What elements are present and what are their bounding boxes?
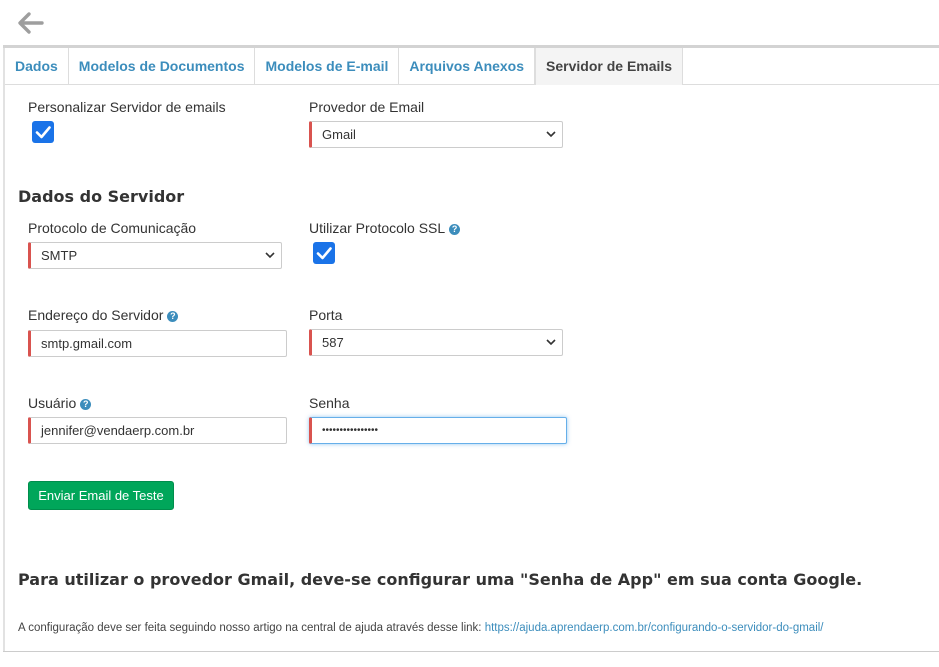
send-test-email-button[interactable]: Enviar Email de Teste xyxy=(28,481,174,510)
protocol-value: SMTP xyxy=(41,248,78,263)
checkmark-icon xyxy=(316,247,332,260)
checkmark-icon xyxy=(35,126,51,139)
custom-server-checkbox[interactable] xyxy=(32,121,54,143)
help-icon[interactable]: ? xyxy=(167,311,179,322)
tab-arquivos-anexos[interactable]: Arquivos Anexos xyxy=(399,48,536,84)
custom-server-label: Personalizar Servidor de emails xyxy=(28,99,226,115)
help-article-link[interactable]: https://ajuda.aprendaerp.com.br/configur… xyxy=(485,622,824,634)
chevron-down-icon xyxy=(546,131,556,138)
port-value: 587 xyxy=(322,335,344,350)
gmail-notice-title: Para utilizar o provedor Gmail, deve-se … xyxy=(18,570,863,589)
user-label: Usuário? xyxy=(28,395,92,411)
password-input[interactable]: •••••••••••••••• xyxy=(309,417,567,444)
protocol-select[interactable]: SMTP xyxy=(28,242,282,269)
tab-bar: Dados Modelos de Documentos Modelos de E… xyxy=(5,48,939,85)
server-address-label-text: Endereço do Servidor xyxy=(28,307,164,323)
server-address-label: Endereço do Servidor? xyxy=(28,307,179,323)
ssl-label-text: Utilizar Protocolo SSL xyxy=(309,220,446,236)
chevron-down-icon xyxy=(265,252,275,259)
server-address-value: smtp.gmail.com xyxy=(41,336,133,351)
port-label: Porta xyxy=(309,307,343,323)
help-text: A configuração deve ser feita seguindo n… xyxy=(18,622,824,634)
port-select[interactable]: 587 xyxy=(309,329,563,356)
provider-label: Provedor de Email xyxy=(309,99,425,115)
provider-value: Gmail xyxy=(322,127,356,142)
help-icon[interactable]: ? xyxy=(80,399,92,410)
ssl-checkbox[interactable] xyxy=(313,242,335,264)
password-value: •••••••••••••••• xyxy=(322,425,379,436)
tab-servidor-emails[interactable]: Servidor de Emails xyxy=(535,48,684,85)
ssl-label: Utilizar Protocolo SSL? xyxy=(309,220,461,236)
bottom-divider xyxy=(3,651,939,652)
provider-select[interactable]: Gmail xyxy=(309,121,563,148)
top-bar xyxy=(3,0,939,46)
user-value: jennifer@vendaerp.com.br xyxy=(41,423,195,438)
user-label-text: Usuário xyxy=(28,395,77,411)
section-title: Dados do Servidor xyxy=(18,187,185,206)
left-border xyxy=(3,0,5,651)
chevron-down-icon xyxy=(546,339,556,346)
tab-modelos-email[interactable]: Modelos de E-mail xyxy=(255,48,400,84)
password-label: Senha xyxy=(309,395,350,411)
protocol-label: Protocolo de Comunicação xyxy=(28,220,197,236)
user-input[interactable]: jennifer@vendaerp.com.br xyxy=(28,417,287,444)
arrow-left-icon[interactable] xyxy=(15,10,45,36)
tab-modelos-documentos[interactable]: Modelos de Documentos xyxy=(68,48,256,84)
help-text-body: A configuração deve ser feita seguindo n… xyxy=(18,622,482,634)
help-icon[interactable]: ? xyxy=(449,224,461,235)
tab-dados[interactable]: Dados xyxy=(5,48,69,84)
server-address-input[interactable]: smtp.gmail.com xyxy=(28,330,287,357)
